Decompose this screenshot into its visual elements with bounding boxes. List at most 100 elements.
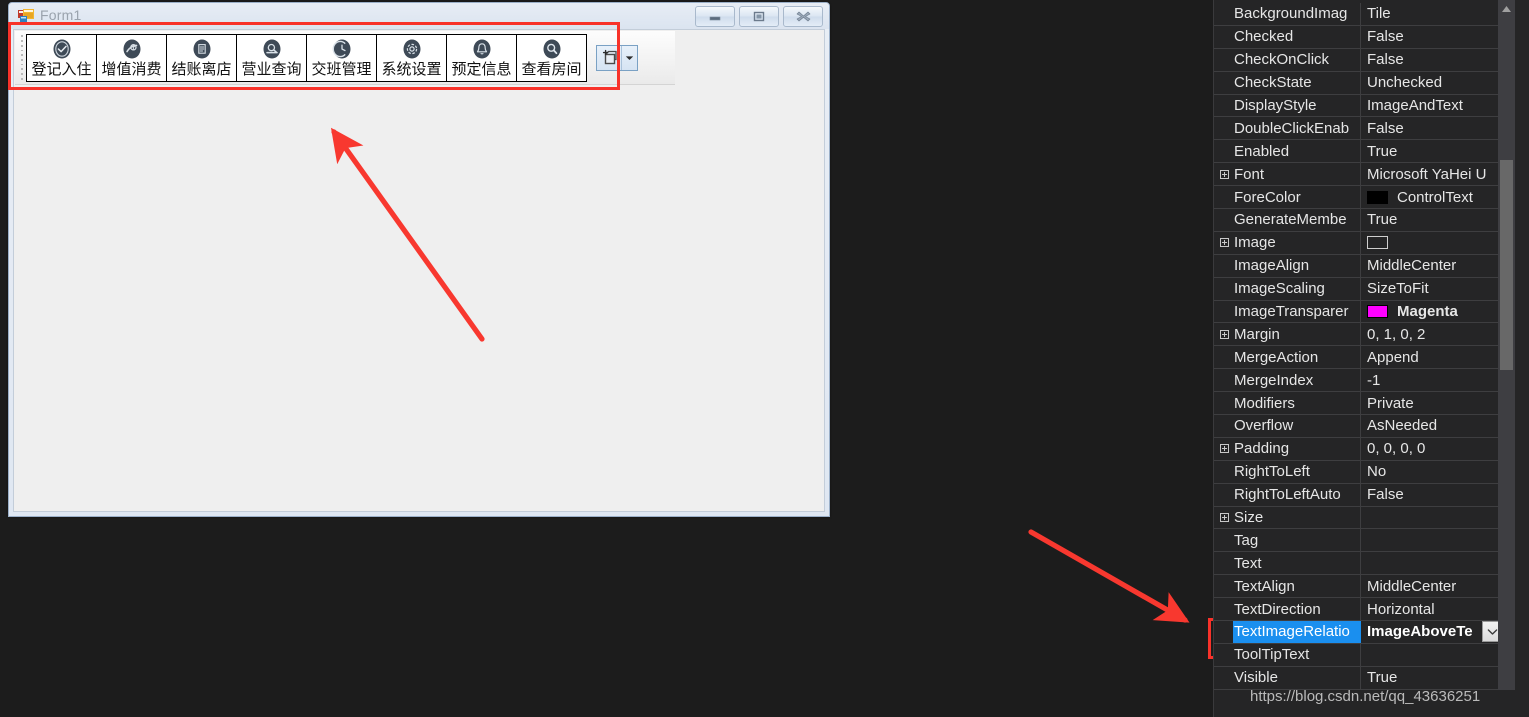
property-value[interactable]: -1 <box>1361 369 1500 391</box>
property-row[interactable]: CheckState Unchecked <box>1214 71 1500 95</box>
property-row[interactable]: Visible True <box>1214 666 1500 690</box>
property-name[interactable]: BackgroundImag <box>1233 3 1361 25</box>
property-value[interactable]: Microsoft YaHei U <box>1361 163 1500 185</box>
property-name[interactable]: Font <box>1233 163 1361 186</box>
expander-plus-icon[interactable] <box>1216 513 1233 523</box>
property-row[interactable]: Modifiers Private <box>1214 392 1500 416</box>
scrollbar-thumb[interactable] <box>1500 160 1513 370</box>
property-row[interactable]: ImageTransparer Magenta <box>1214 300 1500 324</box>
property-row[interactable]: RightToLeft No <box>1214 460 1500 484</box>
property-name[interactable]: Tag <box>1233 529 1361 552</box>
property-row[interactable]: Tag <box>1214 529 1500 553</box>
property-name[interactable]: ToolTipText <box>1233 643 1361 666</box>
expand-box[interactable] <box>1220 238 1229 248</box>
property-value[interactable]: Tile <box>1361 3 1500 25</box>
property-value[interactable]: False <box>1361 49 1500 71</box>
property-value[interactable]: Unchecked <box>1361 72 1500 94</box>
property-row[interactable]: ImageAlign MiddleCenter <box>1214 254 1500 278</box>
toolstrip-button-valueadd[interactable]: 增值消费 <box>96 33 167 82</box>
property-value[interactable]: Horizontal <box>1361 598 1500 620</box>
toolstrip-button-viewrooms[interactable]: 查看房间 <box>516 33 587 82</box>
property-row[interactable]: Text <box>1214 552 1500 576</box>
property-name[interactable]: Enabled <box>1233 140 1361 163</box>
property-value[interactable]: ImageAboveTe <box>1361 621 1500 643</box>
property-row[interactable]: TextDirection Horizontal <box>1214 598 1500 622</box>
property-value[interactable]: 0, 0, 0, 0 <box>1361 438 1500 460</box>
form-client-area[interactable]: 登记入住 增值消费 结账离店 营业查询 交班管理 系统设置 预定信息 查看房间 <box>13 29 825 512</box>
property-name[interactable]: Modifiers <box>1233 392 1361 415</box>
toolstrip[interactable]: 登记入住 增值消费 结账离店 营业查询 交班管理 系统设置 预定信息 查看房间 <box>15 31 675 85</box>
property-row[interactable]: RightToLeftAuto False <box>1214 483 1500 507</box>
form-title-bar[interactable]: Form1 <box>9 3 829 29</box>
property-value[interactable]: 0, 1, 0, 2 <box>1361 323 1500 345</box>
toolstrip-button-settings[interactable]: 系统设置 <box>376 33 447 82</box>
property-value[interactable]: AsNeeded <box>1361 415 1500 437</box>
property-row[interactable]: GenerateMembe True <box>1214 209 1500 232</box>
property-value[interactable]: False <box>1361 117 1500 139</box>
property-row[interactable]: MergeIndex -1 <box>1214 369 1500 393</box>
property-value[interactable]: Magenta <box>1361 301 1500 323</box>
property-value[interactable]: SizeToFit <box>1361 278 1500 300</box>
scrollbar-up-arrow[interactable] <box>1498 0 1515 17</box>
property-row[interactable]: Checked False <box>1214 25 1500 49</box>
toolstrip-button-reservation[interactable]: 预定信息 <box>446 33 517 82</box>
property-value[interactable]: False <box>1361 484 1500 506</box>
expand-box[interactable] <box>1220 513 1229 523</box>
add-item-icon[interactable] <box>597 46 621 70</box>
property-name[interactable]: MergeIndex <box>1233 369 1361 392</box>
property-row[interactable]: ImageScaling SizeToFit <box>1214 277 1500 301</box>
property-row[interactable]: Font Microsoft YaHei U <box>1214 163 1500 187</box>
property-name[interactable]: MergeAction <box>1233 346 1361 369</box>
property-name[interactable]: ImageAlign <box>1233 254 1361 277</box>
expand-box[interactable] <box>1220 444 1229 454</box>
property-row[interactable]: CheckOnClick False <box>1214 48 1500 72</box>
property-value[interactable]: Append <box>1361 346 1500 368</box>
property-name[interactable]: ForeColor <box>1233 186 1361 209</box>
property-row[interactable]: TextImageRelatio ImageAboveTe <box>1214 621 1500 644</box>
property-row[interactable]: DisplayStyle ImageAndText <box>1214 94 1500 118</box>
expander-plus-icon[interactable] <box>1216 329 1233 339</box>
close-button[interactable] <box>783 6 823 27</box>
property-value[interactable]: No <box>1361 461 1500 483</box>
property-value[interactable] <box>1361 232 1500 254</box>
property-name[interactable]: Margin <box>1233 323 1361 346</box>
toolstrip-button-salesquery[interactable]: 营业查询 <box>236 33 307 82</box>
property-row[interactable]: BackgroundImag Tile <box>1214 3 1500 26</box>
property-name[interactable]: Checked <box>1233 25 1361 48</box>
property-name[interactable]: Overflow <box>1233 415 1361 437</box>
property-name[interactable]: TextImageRelatio <box>1233 621 1361 643</box>
property-name[interactable]: ImageTransparer <box>1233 300 1361 323</box>
property-row[interactable]: MergeAction Append <box>1214 346 1500 370</box>
property-row[interactable]: Image <box>1214 231 1500 255</box>
property-name[interactable]: RightToLeftAuto <box>1233 483 1361 506</box>
property-value[interactable]: ImageAndText <box>1361 95 1500 117</box>
property-value[interactable] <box>1361 644 1500 666</box>
property-row[interactable]: Enabled True <box>1214 140 1500 164</box>
property-value[interactable] <box>1361 552 1500 574</box>
toolstrip-button-shiftmgmt[interactable]: 交班管理 <box>306 33 377 82</box>
expand-box[interactable] <box>1220 329 1229 339</box>
toolstrip-button-checkin[interactable]: 登记入住 <box>26 33 97 82</box>
property-row[interactable]: Margin 0, 1, 0, 2 <box>1214 323 1500 347</box>
expander-plus-icon[interactable] <box>1216 444 1233 454</box>
property-name[interactable]: DoubleClickEnab <box>1233 117 1361 140</box>
expand-box[interactable] <box>1220 169 1229 179</box>
add-item-dropdown-arrow[interactable] <box>621 45 637 70</box>
property-value[interactable] <box>1361 507 1500 529</box>
property-name[interactable]: CheckOnClick <box>1233 48 1361 71</box>
property-name[interactable]: RightToLeft <box>1233 460 1361 483</box>
property-name[interactable]: GenerateMembe <box>1233 209 1361 231</box>
expander-plus-icon[interactable] <box>1216 238 1233 248</box>
property-row[interactable]: DoubleClickEnab False <box>1214 117 1500 141</box>
property-row[interactable]: TextAlign MiddleCenter <box>1214 575 1500 599</box>
property-name[interactable]: TextAlign <box>1233 575 1361 598</box>
property-value[interactable]: True <box>1361 667 1500 689</box>
toolstrip-button-checkout[interactable]: 结账离店 <box>166 33 237 82</box>
toolstrip-grip[interactable] <box>17 35 26 80</box>
property-name[interactable]: DisplayStyle <box>1233 94 1361 117</box>
property-row[interactable]: ToolTipText <box>1214 643 1500 667</box>
properties-scrollbar[interactable] <box>1498 0 1515 690</box>
property-name[interactable]: Visible <box>1233 666 1361 689</box>
property-value[interactable]: MiddleCenter <box>1361 575 1500 597</box>
property-name[interactable]: TextDirection <box>1233 598 1361 621</box>
